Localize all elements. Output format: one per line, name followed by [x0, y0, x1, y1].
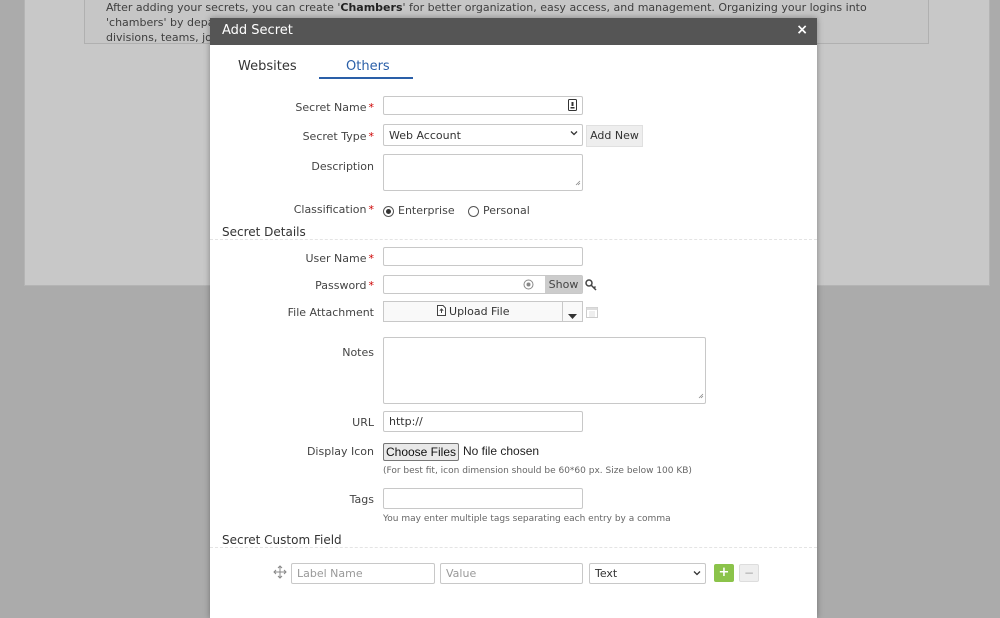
calendar-icon[interactable] [586, 306, 598, 321]
caret-down-icon [568, 309, 577, 322]
choose-files-button[interactable]: Choose Files [383, 443, 459, 461]
info-text-bold: Chambers [340, 1, 403, 14]
custom-value-input[interactable]: Value [440, 563, 583, 584]
upload-file-label: Upload File [449, 305, 510, 318]
custom-value-placeholder: Value [446, 567, 477, 580]
url-input[interactable]: http:// [383, 411, 583, 432]
chevron-down-icon [570, 129, 578, 140]
add-new-button[interactable]: Add New [586, 125, 643, 147]
username-label: User Name * [305, 252, 374, 265]
file-attachment-label: File Attachment [287, 306, 374, 319]
custom-label-placeholder: Label Name [297, 567, 363, 580]
drag-handle-icon[interactable] [273, 565, 287, 582]
tab-others[interactable]: Others [346, 59, 390, 74]
key-icon[interactable] [585, 279, 597, 294]
custom-label-input[interactable]: Label Name [291, 563, 435, 584]
show-password-button[interactable]: Show [545, 276, 582, 293]
modal-header: Add Secret × [210, 18, 817, 45]
tab-websites[interactable]: Websites [238, 59, 297, 74]
modal-title: Add Secret [222, 23, 293, 38]
section-divider [210, 239, 817, 240]
resize-handle-icon[interactable] [575, 176, 581, 189]
tags-input[interactable] [383, 488, 583, 509]
remove-field-button[interactable]: − [739, 564, 759, 582]
no-file-chosen-text: No file chosen [463, 444, 540, 458]
secret-type-select[interactable]: Web Account [383, 124, 583, 146]
section-divider [210, 547, 817, 548]
required-mark: * [368, 101, 375, 114]
password-generator-icon[interactable] [568, 99, 577, 114]
secret-details-title: Secret Details [222, 225, 306, 239]
description-textarea[interactable] [383, 154, 583, 191]
add-field-button[interactable]: + [714, 564, 734, 582]
close-icon[interactable]: × [796, 22, 808, 38]
url-value: http:// [389, 415, 423, 428]
icon-size-hint: (For best fit, icon dimension should be … [383, 466, 692, 476]
secret-name-label: Secret Name * [295, 101, 374, 114]
file-upload-icon [436, 303, 446, 322]
custom-type-select[interactable]: Text [589, 563, 706, 584]
username-input[interactable] [383, 247, 583, 266]
notes-label: Notes [342, 346, 374, 359]
secret-name-input[interactable] [383, 96, 583, 115]
radio-enterprise-label[interactable]: Enterprise [398, 204, 455, 217]
password-input[interactable]: Show [383, 275, 583, 294]
tags-hint: You may enter multiple tags separating e… [383, 514, 671, 524]
active-tab-indicator [319, 77, 413, 79]
radio-enterprise[interactable] [383, 206, 394, 217]
url-label: URL [352, 416, 374, 429]
upload-file-button[interactable]: Upload File [383, 301, 563, 322]
secret-name-value [384, 94, 394, 113]
add-secret-modal: Add Secret × Websites Others Secret Name… [210, 18, 817, 618]
secret-type-label: Secret Type * [302, 130, 374, 143]
classification-label: Classification * [293, 203, 374, 216]
chevron-down-icon [693, 569, 701, 580]
password-label: Password * [315, 279, 374, 292]
radio-personal-label[interactable]: Personal [483, 204, 530, 217]
custom-field-title: Secret Custom Field [222, 533, 342, 547]
password-strength-icon [523, 279, 534, 293]
notes-textarea[interactable] [383, 337, 706, 404]
secret-type-value: Web Account [389, 129, 461, 142]
info-text-part1: After adding your secrets, you can creat… [106, 1, 341, 14]
custom-type-value: Text [595, 567, 618, 580]
display-icon-label: Display Icon [306, 445, 374, 458]
resize-handle-icon[interactable] [698, 389, 704, 402]
radio-personal[interactable] [468, 206, 479, 217]
upload-dropdown-button[interactable] [562, 301, 583, 322]
description-label: Description [311, 160, 374, 173]
tags-label: Tags [349, 493, 374, 506]
